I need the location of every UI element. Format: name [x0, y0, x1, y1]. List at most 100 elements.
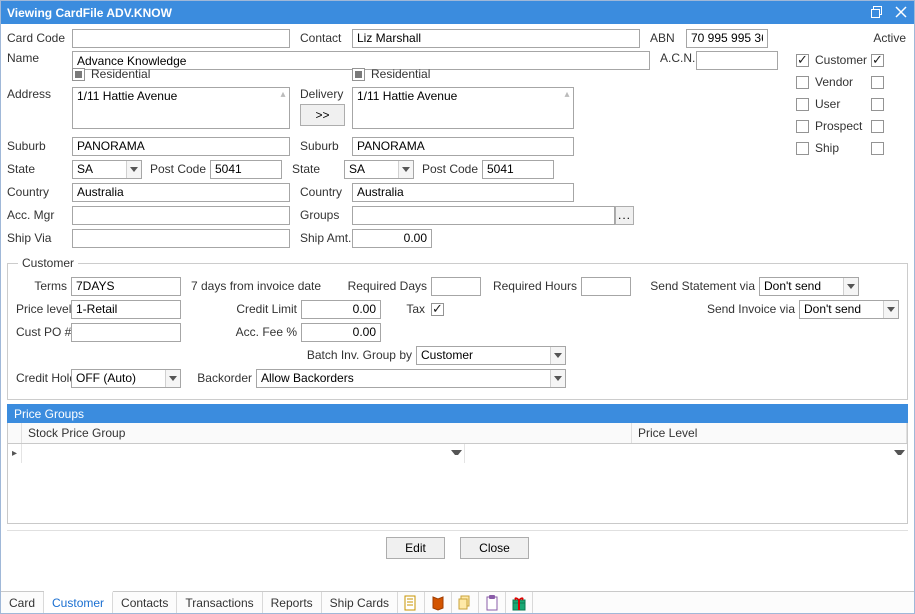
col-price-level[interactable]: Price Level: [632, 423, 907, 443]
tab-customer[interactable]: Customer: [44, 591, 113, 613]
delivery-country-label: Country: [290, 185, 352, 199]
chevron-down-icon[interactable]: [451, 447, 462, 458]
contact-input[interactable]: [352, 29, 640, 48]
postcode-input[interactable]: [210, 160, 282, 179]
chevron-down-icon[interactable]: [883, 301, 898, 318]
gift-icon[interactable]: [506, 592, 533, 613]
tab-ship-cards[interactable]: Ship Cards: [322, 592, 398, 613]
scroll-up-icon[interactable]: ▴: [278, 89, 288, 100]
card-code-input[interactable]: [72, 29, 290, 48]
chevron-down-icon[interactable]: [550, 370, 565, 387]
reqdays-input[interactable]: [431, 277, 481, 296]
abn-label: ABN: [640, 31, 686, 45]
shipamt-label: Ship Amt.: [290, 231, 352, 245]
copy-address-button[interactable]: >>: [300, 104, 345, 126]
chevron-down-icon[interactable]: [550, 347, 565, 364]
tab-transactions[interactable]: Transactions: [177, 592, 262, 613]
vendor-check[interactable]: [796, 76, 809, 89]
bigrp-combo[interactable]: [416, 346, 566, 365]
address-residential-label: Residential: [91, 67, 150, 81]
chevron-down-icon[interactable]: [398, 161, 413, 178]
groups-label: Groups: [290, 208, 352, 222]
tax-check[interactable]: [431, 303, 444, 316]
custpo-input[interactable]: [71, 323, 181, 342]
shipvia-label: Ship Via: [7, 231, 72, 245]
book-icon[interactable]: [425, 592, 452, 613]
bottom-tabs: Card Customer Contacts Transactions Repo…: [1, 591, 914, 613]
prospect-type-label: Prospect: [815, 119, 871, 133]
backorder-label: Backorder: [181, 371, 256, 385]
acn-label: A.C.N.: [650, 51, 696, 65]
accmgr-label: Acc. Mgr: [7, 208, 72, 222]
price-groups-panel: Price Groups Stock Price Group Price Lev…: [7, 404, 908, 524]
user-type-label: User: [815, 97, 871, 111]
terms-input[interactable]: [71, 277, 181, 296]
vendor-flag[interactable]: [871, 76, 884, 89]
abn-input[interactable]: [686, 29, 768, 48]
tab-reports[interactable]: Reports: [263, 592, 322, 613]
shipamt-input[interactable]: [352, 229, 432, 248]
backorder-combo[interactable]: [256, 369, 566, 388]
user-flag[interactable]: [871, 98, 884, 111]
col-stock-price-group[interactable]: Stock Price Group: [22, 423, 632, 443]
notes-icon[interactable]: [398, 592, 425, 613]
title-bar: Viewing CardFile ADV.KNOW: [1, 1, 914, 24]
customer-check[interactable]: [796, 54, 809, 67]
suburb-input[interactable]: [72, 137, 290, 156]
table-row[interactable]: ▸: [8, 444, 907, 463]
bigrp-label: Batch Inv. Group by: [16, 348, 416, 362]
user-check[interactable]: [796, 98, 809, 111]
price-groups-title: Price Groups: [7, 404, 908, 423]
close-icon[interactable]: [894, 6, 908, 20]
card-code-label: Card Code: [7, 31, 72, 45]
shipvia-input[interactable]: [72, 229, 290, 248]
chevron-down-icon[interactable]: [894, 447, 905, 458]
sendinv-label: Send Invoice via: [671, 302, 799, 316]
address-residential-check[interactable]: [72, 68, 85, 81]
scroll-up-icon[interactable]: ▴: [562, 89, 572, 100]
state-label: State: [7, 162, 72, 176]
edit-button[interactable]: Edit: [386, 537, 445, 559]
country-label: Country: [7, 185, 72, 199]
groups-input[interactable]: [352, 206, 615, 225]
delivery-residential-check[interactable]: [352, 68, 365, 81]
delivery-suburb-input[interactable]: [352, 137, 574, 156]
acn-input[interactable]: [696, 51, 778, 70]
chevron-down-icon[interactable]: [843, 278, 858, 295]
ship-check[interactable]: [796, 142, 809, 155]
clipboard-icon[interactable]: [479, 592, 506, 613]
delivery-input[interactable]: [352, 87, 574, 129]
delivery-country-input[interactable]: [352, 183, 574, 202]
address-label: Address: [7, 87, 72, 101]
contact-label: Contact: [290, 31, 352, 45]
country-input[interactable]: [72, 183, 290, 202]
restore-icon[interactable]: [870, 6, 884, 20]
delivery-residential-label: Residential: [371, 67, 430, 81]
accfee-input[interactable]: [301, 323, 381, 342]
credlim-label: Credit Limit: [181, 302, 301, 316]
name-label: Name: [7, 51, 72, 65]
prospect-flag[interactable]: [871, 120, 884, 133]
tax-label: Tax: [381, 302, 431, 316]
price-input[interactable]: [71, 300, 181, 319]
price-groups-grid[interactable]: ▸: [7, 444, 908, 524]
accmgr-input[interactable]: [72, 206, 290, 225]
customer-flag[interactable]: [871, 54, 884, 67]
chevron-down-icon[interactable]: [126, 161, 141, 178]
chevron-down-icon[interactable]: [165, 370, 180, 387]
reqhours-label: Required Hours: [481, 279, 581, 293]
close-button[interactable]: Close: [460, 537, 529, 559]
ship-flag[interactable]: [871, 142, 884, 155]
delivery-postcode-label: Post Code: [414, 162, 482, 176]
tab-contacts[interactable]: Contacts: [113, 592, 177, 613]
reqhours-input[interactable]: [581, 277, 631, 296]
tab-card[interactable]: Card: [1, 592, 44, 613]
delivery-label: Delivery: [300, 87, 352, 101]
credlim-input[interactable]: [301, 300, 381, 319]
delivery-postcode-input[interactable]: [482, 160, 554, 179]
copy-icon[interactable]: [452, 592, 479, 613]
address-input[interactable]: [72, 87, 290, 129]
terms-desc: 7 days from invoice date: [181, 279, 341, 293]
prospect-check[interactable]: [796, 120, 809, 133]
groups-browse-button[interactable]: ...: [615, 206, 634, 225]
